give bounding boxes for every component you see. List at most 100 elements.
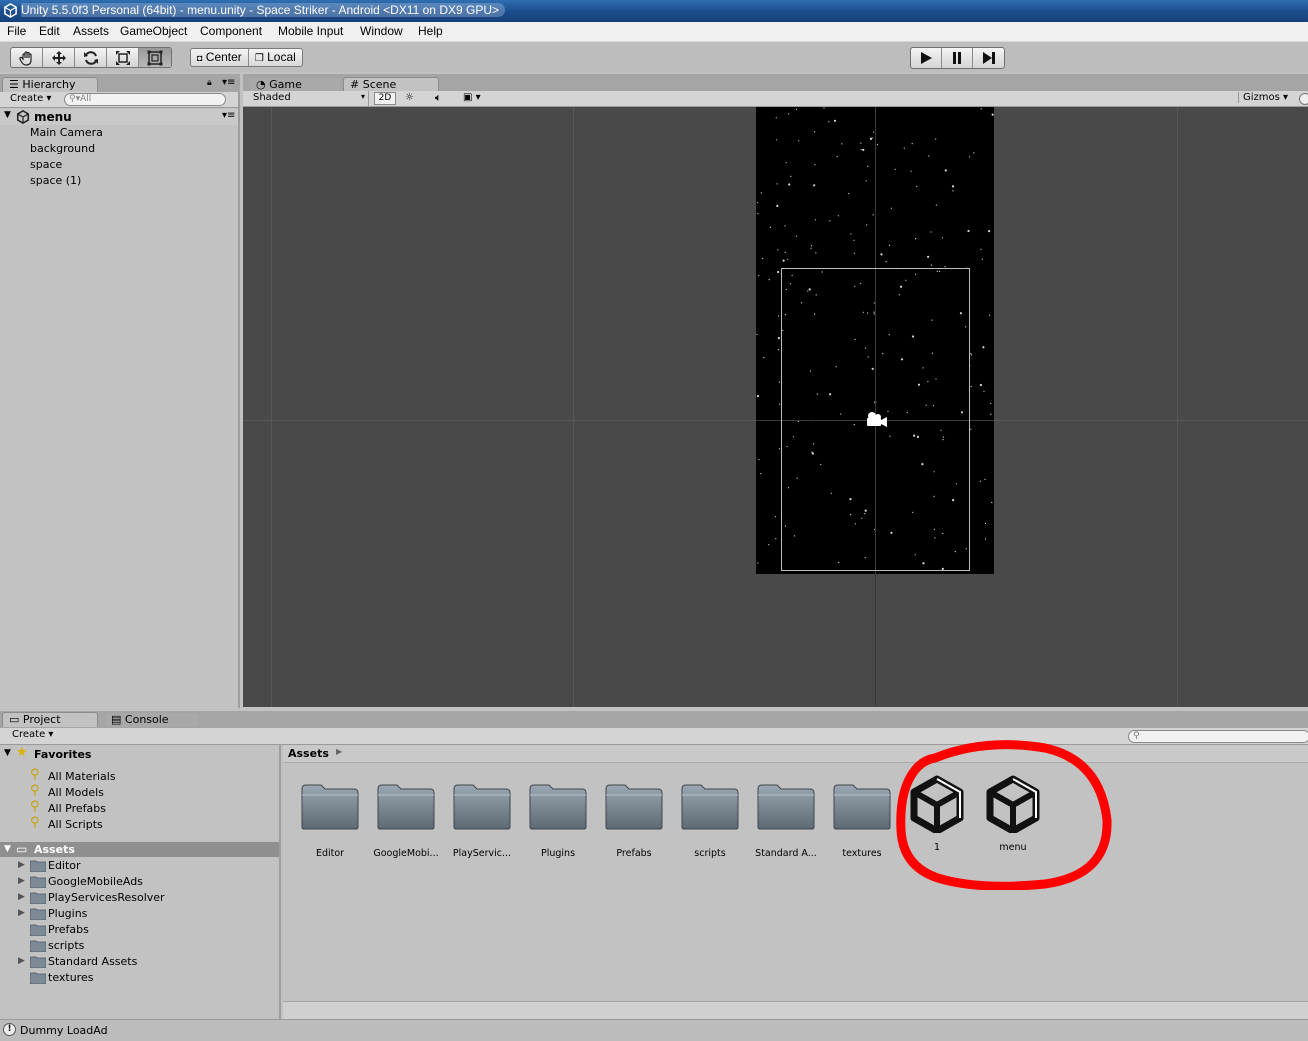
hierarchy-item-main-camera[interactable]: Main Camera [30,126,103,139]
star [982,346,985,349]
status-message[interactable]: Dummy LoadAd [20,1024,108,1037]
lock-icon[interactable]: 🔒︎ [207,78,212,88]
tab-hierarchy[interactable]: ☰ Hierarchy [2,77,98,92]
scene-root-row[interactable]: ▼ menu ▾≡ [0,109,238,125]
gizmos-dropdown[interactable]: Gizmos ▾ [1238,92,1288,103]
tree-folder-item[interactable]: ▶ Editor [0,858,279,874]
menu-edit[interactable]: Edit [39,24,60,38]
star [758,274,760,276]
camera-gizmo-icon[interactable] [863,411,889,429]
hand-tool-icon[interactable] [11,48,43,67]
rect-tool-icon[interactable] [139,48,171,67]
hierarchy-item-background[interactable]: background [30,142,95,155]
tab-console[interactable]: ▤ Console [104,712,200,727]
favorite-item[interactable]: ⚲ All Prefabs [30,799,230,815]
asset-folder[interactable]: Editor [294,775,366,859]
effects-toggle-icon[interactable]: ▣ ▾ [463,92,481,103]
pivot-local-button[interactable]: ❒ Local [249,49,302,66]
play-button[interactable] [911,48,942,68]
assets-header: Assets [34,843,75,856]
collapse-arrow-icon[interactable]: ▶ [18,892,25,902]
main-toolbar: ◘ Center ❒ Local [0,42,1308,72]
asset-folder[interactable]: PlayServic... [446,775,518,859]
expand-arrow-icon[interactable]: ▼ [4,844,11,854]
tree-folder-item[interactable]: ▶ GoogleMobileAds [0,874,279,890]
star [813,184,816,187]
transform-tools [10,47,172,68]
expand-arrow-icon[interactable]: ▼ [4,110,11,120]
asset-folder[interactable]: Prefabs [598,775,670,859]
scene-search-icon[interactable] [1299,93,1308,105]
hierarchy-search-input[interactable]: ⚲▾All [64,93,226,106]
collapse-arrow-icon[interactable]: ▶ [18,908,25,918]
assets-root-row[interactable]: ▼ ▭ Assets [0,842,279,857]
scale-tool-icon[interactable] [107,48,139,67]
expand-arrow-icon[interactable]: ▼ [4,748,11,758]
tree-folder-item[interactable]: Prefabs [0,922,279,938]
pause-button[interactable] [942,48,973,68]
tree-folder-item[interactable]: ▶ Standard Assets [0,954,279,970]
favorites-header[interactable]: Favorites [34,748,91,761]
lighting-toggle-icon[interactable]: ☼ [405,92,414,103]
project-create-dropdown[interactable]: Create ▾ [12,729,53,740]
favorite-item[interactable]: ⚲ All Scripts [30,815,230,831]
star [941,237,944,239]
star [757,562,759,564]
menu-gameobject[interactable]: GameObject [120,24,187,38]
tree-folder-label: PlayServicesResolver [48,891,165,904]
scene-viewport[interactable] [243,107,1308,707]
project-tree-panel: ▼ ★ Favorites ⚲ All Materials ⚲ All Model… [0,745,281,1019]
shading-mode-dropdown[interactable]: Shaded ▾ [249,91,369,106]
star [756,333,758,336]
2d-toggle-button[interactable]: 2D [374,92,396,105]
star [841,143,843,145]
star [980,108,982,110]
collapse-arrow-icon[interactable]: ▶ [18,876,25,886]
star [760,473,762,475]
project-search-input[interactable]: ⚲ [1128,730,1308,743]
menu-file[interactable]: File [7,24,26,38]
star [866,224,868,226]
asset-folder[interactable]: Standard A... [750,775,822,859]
tree-folder-item[interactable]: scripts [0,938,279,954]
star [984,522,987,525]
asset-folder[interactable]: textures [826,775,898,859]
menu-help[interactable]: Help [418,24,443,38]
menu-window[interactable]: Window [360,24,403,38]
asset-folder[interactable]: Plugins [522,775,594,859]
star [758,459,760,461]
tab-game[interactable]: ◔ Game [249,77,341,92]
gizmos-label: Gizmos [1243,92,1280,103]
move-tool-icon[interactable] [43,48,75,67]
favorite-item[interactable]: ⚲ All Models [30,783,230,799]
hierarchy-item-space-1[interactable]: space (1) [30,174,81,187]
search-icon: ⚲ [30,783,40,798]
hierarchy-item-space[interactable]: space [30,158,62,171]
asset-folder[interactable]: scripts [674,775,746,859]
tree-folder-item[interactable]: ▶ PlayServicesResolver [0,890,279,906]
menu-assets[interactable]: Assets [73,24,109,38]
tab-scene[interactable]: # Scene [343,77,439,92]
tree-folder-item[interactable]: ▶ Plugins [0,906,279,922]
scene-menu-icon[interactable]: ▾≡ [222,110,235,121]
rotate-tool-icon[interactable] [75,48,107,67]
folder-icon [757,784,815,830]
menu-mobile-input[interactable]: Mobile Input [278,24,343,38]
collapse-arrow-icon[interactable]: ▶ [18,956,25,966]
panel-menu-icon[interactable]: ▾≡ [222,77,235,88]
pivot-center-button[interactable]: ◘ Center [191,49,249,66]
search-icon: ⚲ [30,799,40,814]
menu-component[interactable]: Component [200,24,262,38]
favorite-item[interactable]: ⚲ All Materials [30,767,230,783]
audio-toggle-icon[interactable]: 🔈︎ [435,91,442,105]
tree-folder-item[interactable]: textures [0,970,279,986]
asset-folder[interactable]: GoogleMobi... [370,775,442,859]
hierarchy-create-dropdown[interactable]: Create ▾ [10,93,51,104]
collapse-arrow-icon[interactable]: ▶ [18,860,25,870]
pivot-center-label: Center [205,50,242,64]
step-button[interactable] [973,48,1004,68]
tab-project[interactable]: ▭ Project [2,712,98,727]
star [777,349,779,351]
star [787,258,789,260]
breadcrumb-assets[interactable]: Assets [288,747,329,760]
